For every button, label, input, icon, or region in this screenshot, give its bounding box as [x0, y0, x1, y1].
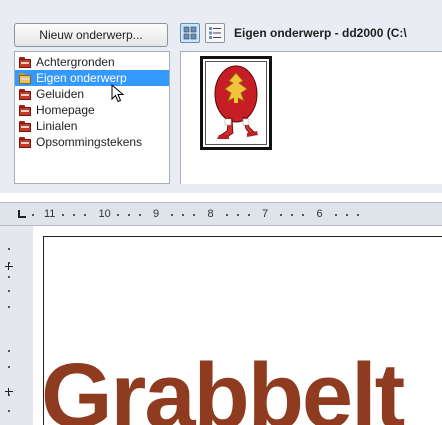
ruler-tick: [116, 214, 119, 216]
theme-item[interactable]: Linialen: [15, 118, 169, 134]
ruler-tick: [32, 214, 34, 216]
ruler-scale: 11 10 9 8 7 6: [32, 208, 442, 222]
ruler-tick: [334, 214, 337, 216]
theme-item-label: Linialen: [36, 119, 78, 133]
ruler-tick: [84, 214, 86, 216]
ruler-number: 7: [262, 208, 269, 220]
theme-folder-icon: [19, 88, 31, 100]
theme-item[interactable]: Achtergronden: [15, 54, 169, 70]
theme-item-label: Opsommingstekens: [36, 135, 143, 149]
theme-item[interactable]: Homepage: [15, 102, 169, 118]
vruler-tick: [8, 248, 10, 250]
theme-folder-icon: [19, 56, 31, 68]
ruler-tick: [345, 214, 348, 216]
theme-folder-icon: [19, 120, 31, 132]
ruler-tick: [247, 214, 250, 216]
ruler-number: 8: [207, 208, 214, 220]
detail-view-button[interactable]: [205, 23, 225, 43]
ruler-number: 11: [44, 208, 56, 220]
vruler-mark: [8, 388, 9, 395]
vruler-tick: [8, 306, 10, 308]
ruler-number: 6: [316, 208, 323, 220]
ruler-tick: [73, 214, 75, 216]
ruler-tick: [356, 214, 359, 216]
ruler-tick: [236, 214, 239, 216]
theme-item[interactable]: Eigen onderwerp: [15, 70, 169, 86]
ruler-number: 10: [98, 208, 111, 220]
vruler-mark: [5, 266, 13, 267]
theme-item[interactable]: Geluiden: [15, 86, 169, 102]
theme-item-label: Eigen onderwerp: [36, 71, 127, 85]
ruler-tick: [62, 214, 64, 216]
gallery-title: Eigen onderwerp - dd2000 (C:\: [234, 26, 407, 40]
gallery-panel: Nieuw onderwerp... Eigen onderwerp - dd2…: [0, 0, 442, 193]
mouse-pointer-icon: [111, 84, 125, 103]
vruler-tick: [8, 366, 10, 368]
page-margin-top: [43, 236, 442, 237]
ruler-tick: [182, 214, 184, 216]
theme-item[interactable]: Opsommingstekens: [15, 134, 169, 150]
vruler-mark: [8, 263, 9, 270]
tab-stop-icon[interactable]: [17, 210, 26, 219]
clipart-image: [214, 65, 258, 139]
ruler-tick: [171, 214, 173, 216]
document-heading-text: Grabbelt: [41, 345, 405, 425]
ruler-tick: [138, 214, 141, 216]
theme-folder-icon: [19, 136, 31, 148]
theme-item-label: Homepage: [36, 103, 95, 117]
ruler-tick: [302, 214, 304, 216]
detail-view-icon: [209, 27, 221, 39]
vruler-tick: [8, 276, 10, 278]
ruler-tick: [225, 214, 228, 216]
vruler-tick: [8, 410, 10, 412]
new-theme-button[interactable]: Nieuw onderwerp...: [14, 23, 168, 47]
ruler-tick: [127, 214, 130, 216]
horizontal-ruler[interactable]: 11 10 9 8 7 6: [0, 202, 442, 226]
icon-view-icon: [183, 26, 197, 40]
vertical-ruler[interactable]: [0, 226, 33, 425]
theme-folder-icon: [19, 104, 31, 116]
vruler-tick: [8, 290, 10, 292]
gallery-thumbnail[interactable]: [200, 56, 272, 150]
ruler-tick: [291, 214, 293, 216]
theme-list[interactable]: Achtergronden Eigen onderwerp Geluiden Home…: [14, 51, 170, 184]
view-toolbar: [180, 23, 225, 47]
theme-item-label: Achtergronden: [36, 55, 115, 69]
theme-item-label: Geluiden: [36, 87, 85, 101]
icon-view-button[interactable]: [180, 23, 200, 43]
ruler-tick: [280, 214, 282, 216]
ruler-number: 9: [153, 208, 160, 220]
ruler-tick: [193, 214, 195, 216]
theme-folder-icon: [19, 72, 31, 84]
vruler-mark: [5, 391, 13, 392]
vruler-tick: [8, 350, 10, 352]
